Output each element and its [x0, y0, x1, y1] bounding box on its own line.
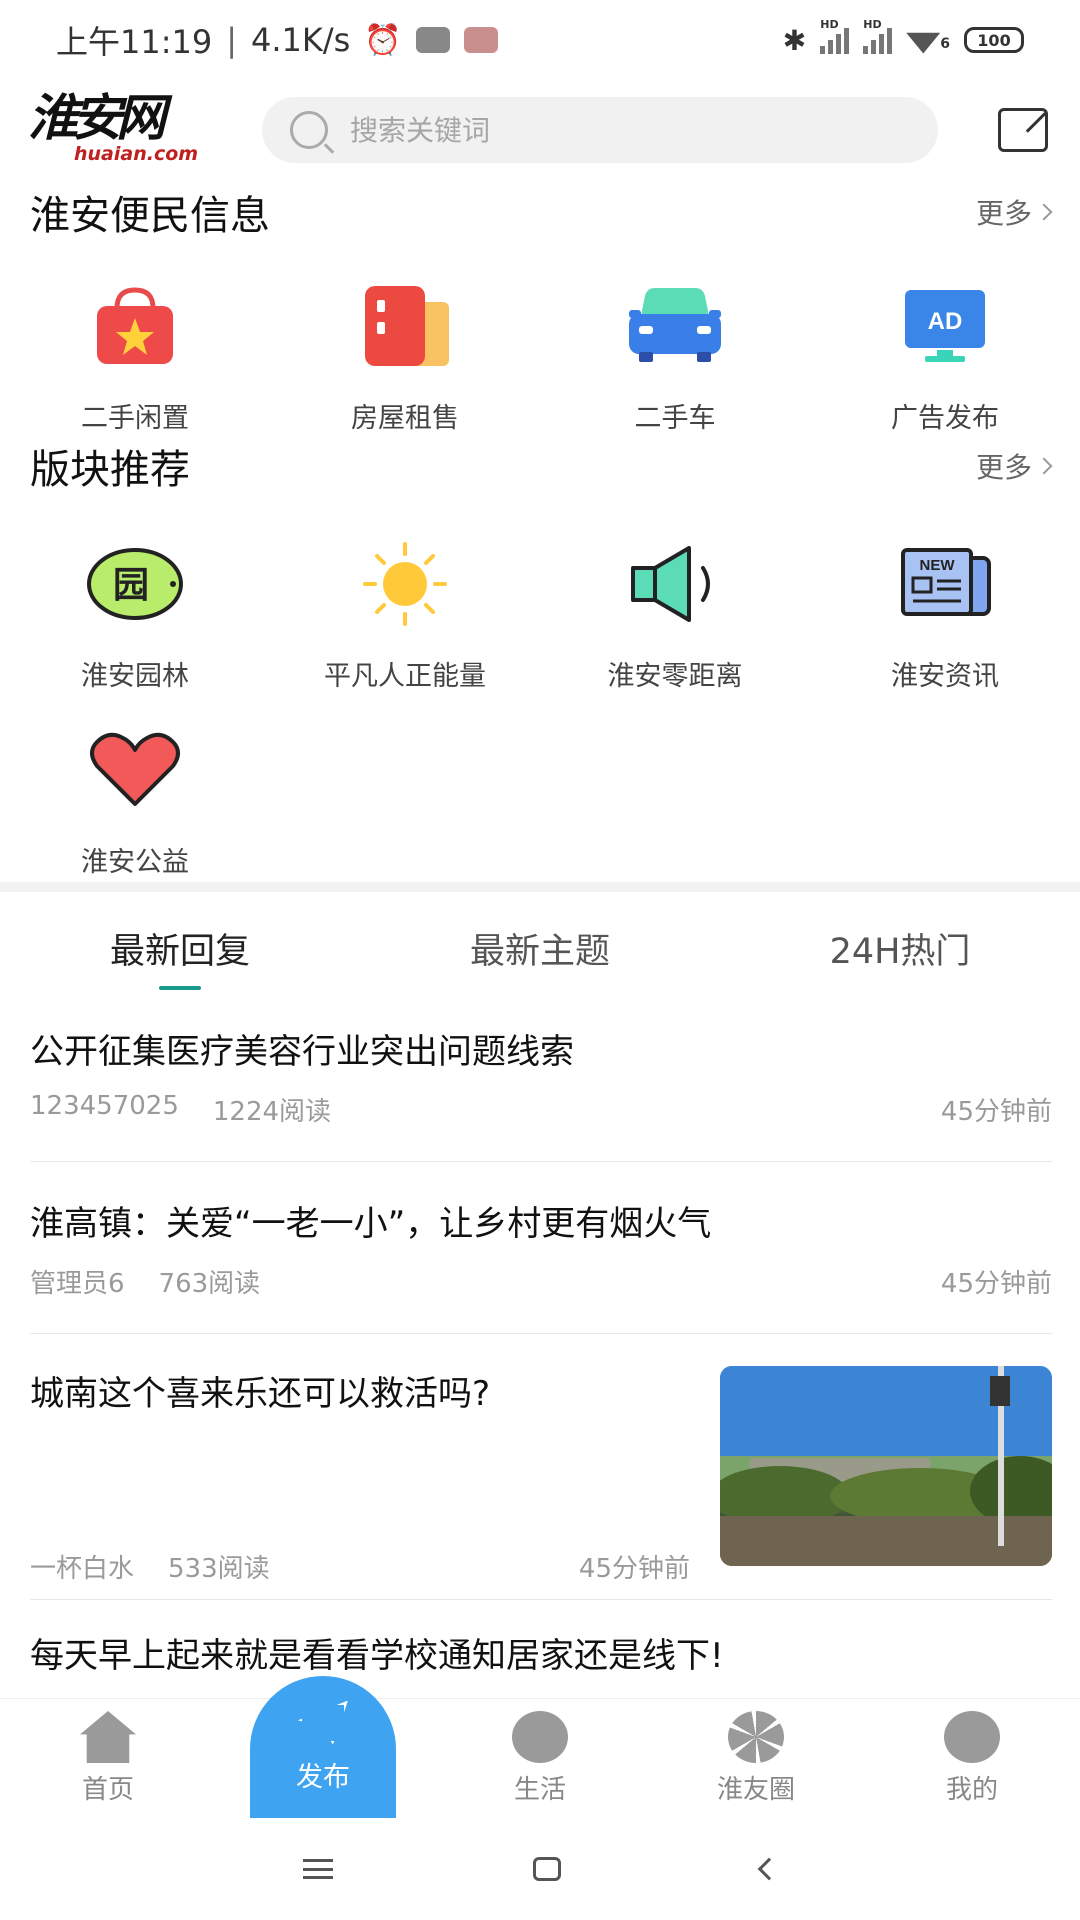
tab-latest-topics[interactable]: 最新主题: [360, 900, 720, 996]
tab-24h-hot[interactable]: 24H热门: [720, 900, 1080, 996]
post-title: 公开征集医疗美容行业突出问题线索: [30, 1032, 574, 1072]
post-item[interactable]: 公开征集医疗美容行业突出问题线索 123457025 1224阅读 45分钟前: [30, 1024, 1052, 1162]
site-logo[interactable]: 淮安网 huaian.com: [28, 91, 198, 169]
back-icon[interactable]: [757, 1857, 781, 1881]
bottom-nav: 首页 生活 淮友圈 我的: [0, 1698, 1080, 1818]
paper-plane-icon: [298, 1700, 348, 1745]
board-item-garden[interactable]: 园 淮安园林: [0, 534, 270, 693]
services-grid: 二手闲置 房屋租售 二手车 AD 广告发布: [0, 276, 1080, 435]
post-time: 45分钟前: [940, 1097, 1052, 1127]
service-item-advertise[interactable]: AD 广告发布: [810, 276, 1080, 435]
bluetooth-icon: ✱: [782, 23, 807, 57]
board-item-news[interactable]: NEW 淮安资讯: [810, 534, 1080, 693]
post-time: 45分钟前: [578, 1554, 690, 1584]
feed-tabs: 最新回复 最新主题 24H热门: [0, 900, 1080, 996]
post-time: 45分钟前: [940, 1269, 1052, 1299]
section-title: 版块推荐: [30, 447, 190, 493]
profile-icon: [944, 1711, 1000, 1763]
post-title: 城南这个喜来乐还可以救活吗?: [30, 1374, 491, 1414]
car-icon: [625, 276, 725, 376]
notification-app-icon: [415, 27, 450, 53]
post-author: 管理员6: [30, 1269, 125, 1299]
post-item[interactable]: 城南这个喜来乐还可以救活吗? 一杯白水 533阅读 45分钟前: [30, 1366, 1052, 1600]
post-author: 一杯白水: [30, 1554, 135, 1584]
services-header: 淮安便民信息 更多: [30, 180, 1053, 244]
post-title: 淮高镇：关爱“一老一小”，让乡村更有烟火气: [30, 1204, 712, 1244]
nav-life[interactable]: 生活: [432, 1699, 648, 1818]
service-item-used-car[interactable]: 二手车: [540, 276, 810, 435]
tab-latest-replies[interactable]: 最新回复: [0, 900, 360, 996]
post-item[interactable]: 淮高镇：关爱“一老一小”，让乡村更有烟火气 管理员6 763阅读 45分钟前: [30, 1196, 1052, 1334]
signal-icon: HD: [863, 18, 893, 54]
boards-grid: 园 淮安园林 平凡人正能量 淮安零距离 NEW 淮安资讯: [0, 534, 1080, 693]
section-divider: [0, 882, 1080, 892]
boards-grid-row-2: 淮安公益: [0, 720, 1080, 879]
home-square-icon[interactable]: [533, 1857, 561, 1881]
sun-icon: [355, 534, 455, 634]
post-item[interactable]: 每天早上起来就是看看学校通知居家还是线下!: [30, 1628, 1052, 1698]
post-thumbnail: [720, 1366, 1052, 1566]
chevron-right-icon: [1035, 203, 1053, 221]
shopping-bag-icon: [85, 276, 185, 376]
battery-icon: 100: [964, 27, 1024, 53]
nav-circle[interactable]: 淮友圈: [648, 1699, 864, 1818]
building-icon: [355, 276, 455, 376]
speaker-icon: [625, 534, 725, 634]
search-input[interactable]: [350, 113, 910, 147]
search-icon: [290, 111, 328, 149]
notification-app-icon: [463, 27, 498, 53]
network-speed: 4.1K/s: [251, 21, 351, 59]
post-reads: 533阅读: [168, 1554, 270, 1584]
heart-icon: [85, 720, 185, 820]
publish-button[interactable]: 发布: [250, 1676, 396, 1818]
nav-mine[interactable]: 我的: [864, 1699, 1080, 1818]
aperture-icon: [728, 1711, 784, 1763]
home-icon: [80, 1711, 136, 1763]
ad-icon: AD: [895, 276, 995, 376]
section-title: 淮安便民信息: [30, 193, 270, 239]
alarm-icon: ⏰: [364, 22, 402, 58]
menu-icon[interactable]: [303, 1859, 333, 1879]
service-item-housing[interactable]: 房屋租售: [270, 276, 540, 435]
chevron-right-icon: [1035, 457, 1053, 475]
top-header: 淮安网 huaian.com: [0, 80, 1080, 180]
post-meta: 123457025 1224阅读 45分钟前: [30, 1091, 1052, 1128]
post-meta: 一杯白水 533阅读 45分钟前: [30, 1548, 690, 1585]
post-meta: 管理员6 763阅读 45分钟前: [30, 1263, 1052, 1300]
svg-text:园: 园: [113, 565, 149, 606]
search-bar[interactable]: [262, 97, 938, 163]
post-reads: 1224阅读: [212, 1097, 332, 1127]
post-title: 每天早上起来就是看看学校通知居家还是线下!: [30, 1636, 724, 1676]
boards-header: 版块推荐 更多: [30, 434, 1053, 498]
nav-home[interactable]: 首页: [0, 1699, 216, 1818]
svg-text:AD: AD: [928, 308, 963, 335]
wifi-icon: 6: [906, 25, 950, 55]
compass-icon: [512, 1711, 568, 1763]
svg-text:NEW: NEW: [920, 557, 956, 574]
newspaper-icon: NEW: [895, 534, 995, 634]
post-author: 123457025: [30, 1091, 179, 1121]
status-time: 上午11:19: [56, 23, 213, 61]
service-item-second-hand[interactable]: 二手闲置: [0, 276, 270, 435]
logo-domain: huaian.com: [74, 143, 199, 165]
more-link[interactable]: 更多: [976, 192, 1053, 232]
garden-icon: 园: [85, 534, 185, 634]
board-item-positive-energy[interactable]: 平凡人正能量: [270, 534, 540, 693]
status-bar: 上午11:19 | 4.1K/s ⏰ ✱ HD HD 6 100: [0, 0, 1080, 80]
logo-text: 淮安网: [28, 88, 166, 147]
post-reads: 763阅读: [158, 1269, 261, 1299]
board-item-zero-distance[interactable]: 淮安零距离: [540, 534, 810, 693]
board-item-charity[interactable]: 淮安公益: [0, 720, 270, 879]
signal-icon: HD: [820, 18, 850, 54]
system-nav-bar: [0, 1818, 1080, 1920]
compose-icon[interactable]: [998, 108, 1048, 152]
more-link[interactable]: 更多: [976, 446, 1053, 486]
